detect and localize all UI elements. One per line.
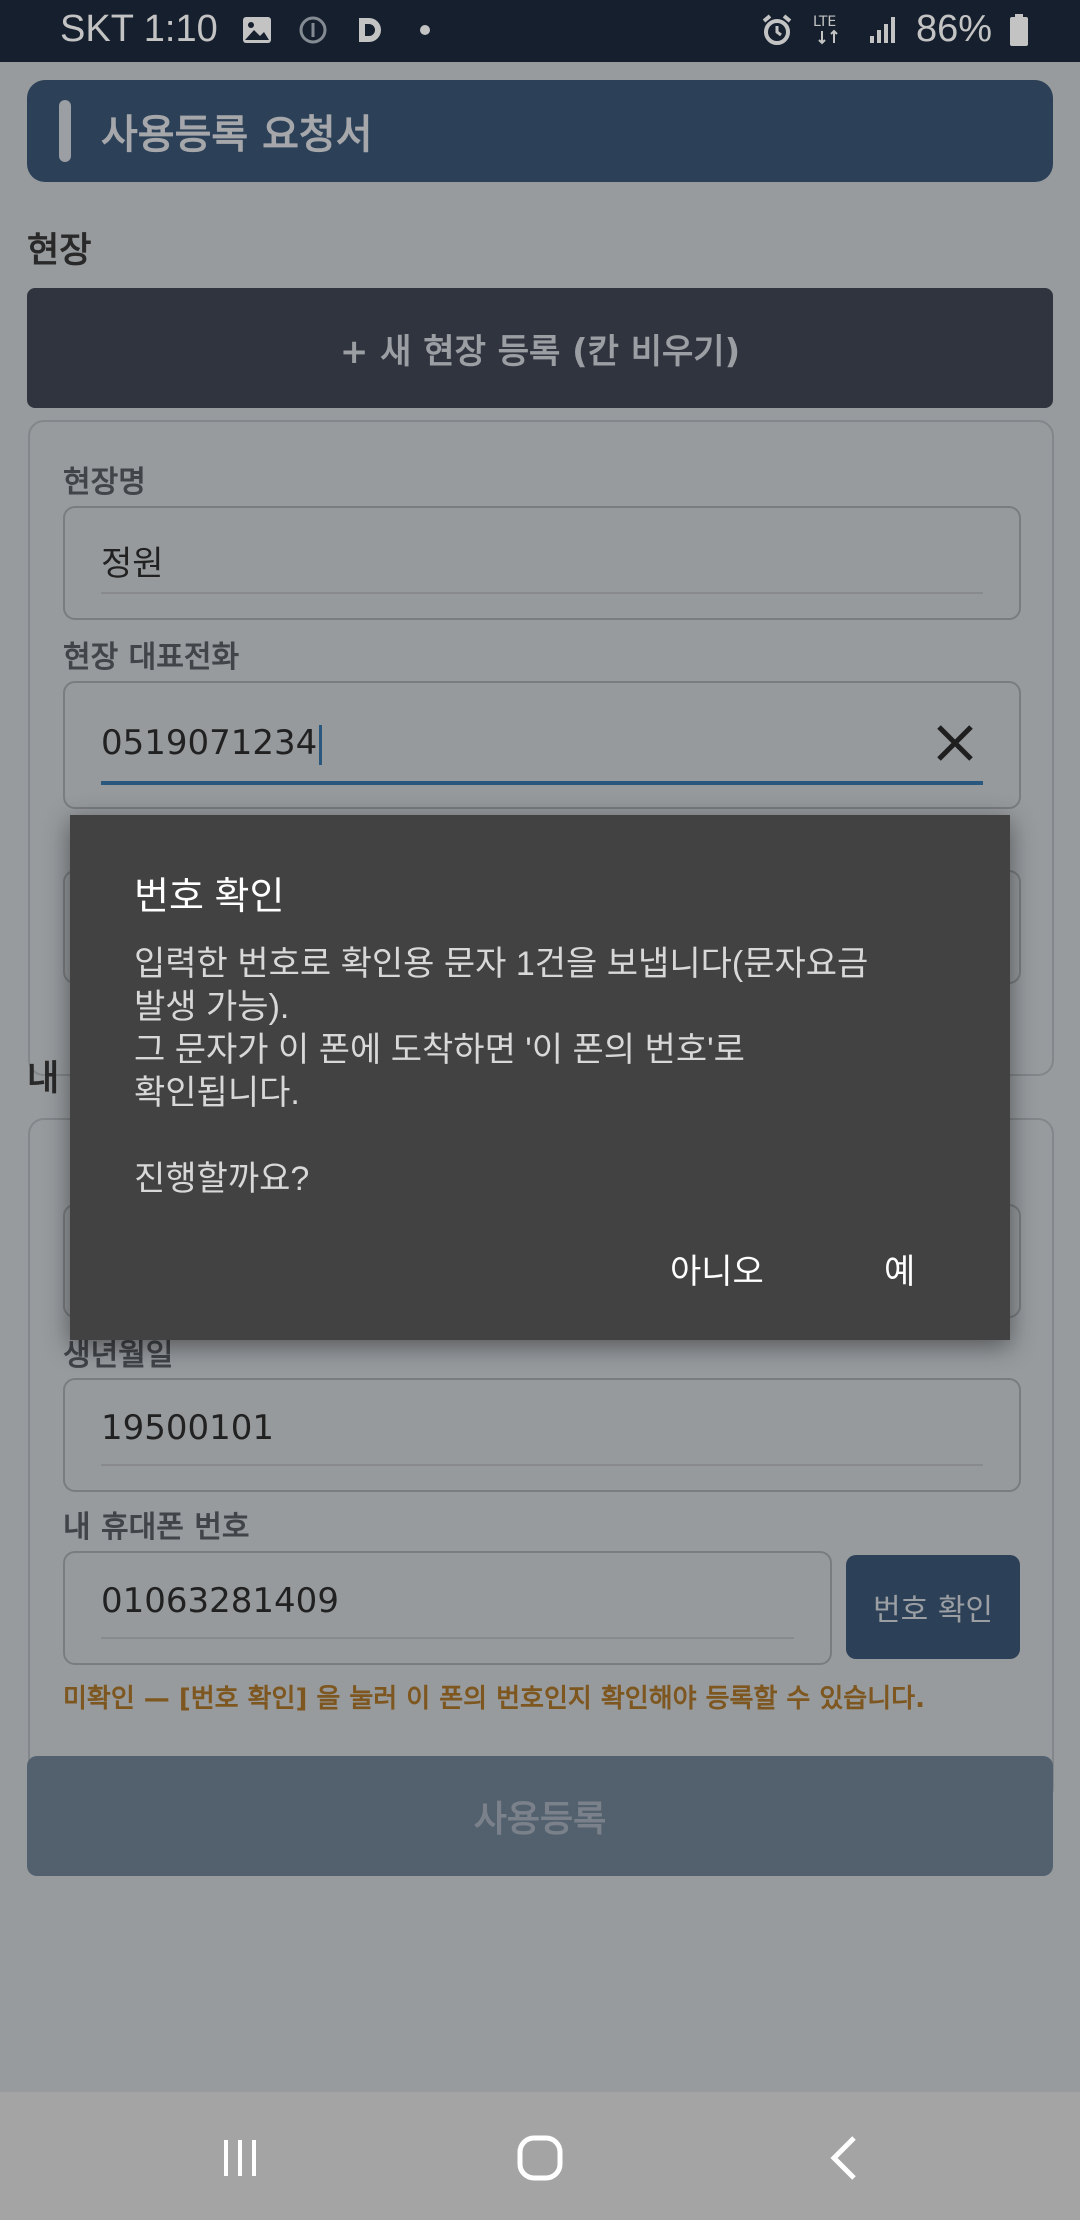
back-icon[interactable]	[804, 2126, 884, 2190]
dialog-line: 진행할까요?	[134, 1160, 310, 1198]
dialog-yes-button[interactable]: 예	[876, 1240, 923, 1297]
dialog-line: 입력한 번호로 확인용 문자 1건을 보냅니다(문자요금	[134, 945, 869, 983]
dialog-no-button[interactable]: 아니오	[662, 1240, 772, 1297]
navigation-bar	[0, 2092, 1080, 2220]
confirm-number-dialog: 번호 확인 입력한 번호로 확인용 문자 1건을 보냅니다(문자요금 발생 가능…	[70, 815, 1010, 1340]
dialog-message: 입력한 번호로 확인용 문자 1건을 보냅니다(문자요금 발생 가능). 그 문…	[134, 943, 964, 1201]
dialog-line: 그 문자가 이 폰에 도착하면 '이 폰의 번호'로	[134, 1031, 745, 1069]
dialog-title: 번호 확인	[134, 876, 285, 918]
home-icon[interactable]	[500, 2126, 580, 2190]
dialog-line: 발생 가능).	[134, 988, 290, 1026]
dialog-line: 확인됩니다.	[134, 1074, 300, 1112]
dialog-spacer	[134, 1115, 964, 1158]
recent-apps-icon[interactable]	[200, 2126, 280, 2190]
